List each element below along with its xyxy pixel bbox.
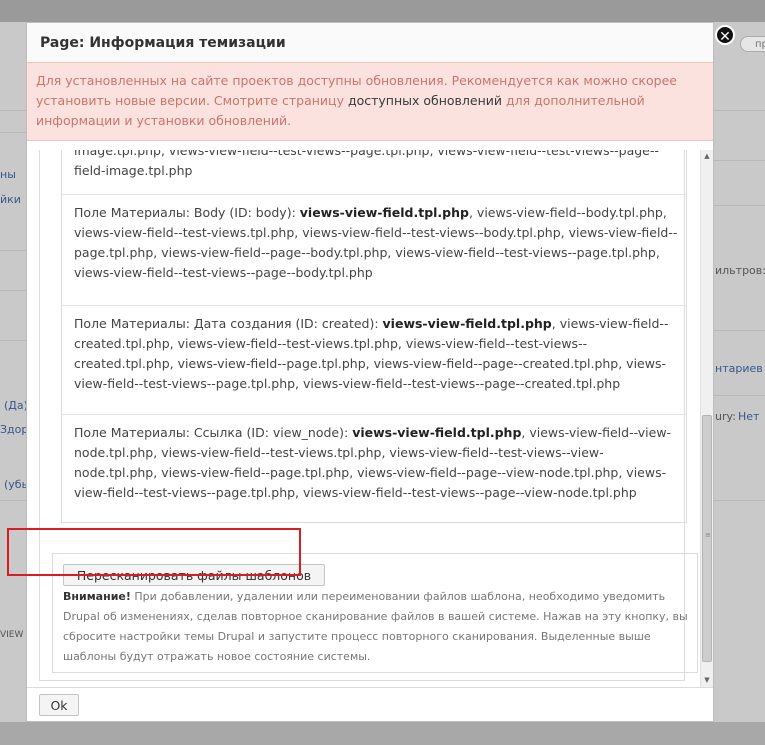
- warning-text: Для установленных на сайте проектов дост…: [36, 71, 696, 131]
- background-text: йки: [0, 193, 21, 206]
- active-template: views-view-field.tpl.php: [382, 316, 552, 331]
- dialog-titlebar: Page: Информация темизации: [27, 23, 713, 62]
- field-template-row: Поле Материалы: Body (ID: body): views-v…: [62, 194, 686, 305]
- dialog-footer: Ok: [27, 687, 713, 721]
- active-template: views-view-field.tpl.php: [299, 205, 469, 220]
- background-text: Нет: [738, 410, 760, 423]
- divider: [0, 500, 26, 501]
- scroll-down-arrow-icon[interactable]: ▼: [701, 674, 713, 687]
- active-template: views-view-field.tpl.php: [352, 425, 522, 440]
- background-text: ны: [0, 168, 16, 181]
- ok-button[interactable]: Ok: [39, 694, 79, 716]
- field-templates-list: image.tpl.php, views-view-field--test-vi…: [61, 150, 687, 523]
- background-text: (Да): [4, 399, 28, 412]
- background-left-column: [0, 22, 26, 722]
- divider: [714, 110, 765, 111]
- scroll-up-arrow-icon[interactable]: ▲: [701, 150, 713, 163]
- background-pill-button: пр: [740, 36, 765, 52]
- background-text: VIEW: [0, 630, 24, 640]
- divider: [714, 395, 765, 396]
- vertical-scrollbar[interactable]: ▲ ≡ ▼: [700, 150, 713, 687]
- theming-info-dialog: Page: Информация темизации Для установле…: [26, 22, 714, 722]
- field-template-row: image.tpl.php, views-view-field--test-vi…: [62, 150, 686, 194]
- rescan-warning-note: Внимание! При добавлении, удалении или п…: [63, 587, 688, 667]
- close-icon[interactable]: ✕: [715, 25, 735, 45]
- divider: [714, 330, 765, 331]
- field-label: Поле Материалы: Body (ID: body):: [74, 205, 300, 220]
- divider: [0, 290, 26, 291]
- grip-icon: ≡: [705, 531, 711, 539]
- note-text: При добавлении, удалении или переименова…: [63, 590, 688, 663]
- update-warning-message: Для установленных на сайте проектов дост…: [27, 62, 713, 141]
- available-updates-link[interactable]: доступных обновлений: [348, 93, 502, 108]
- scrollbar-thumb[interactable]: ≡: [702, 415, 712, 662]
- field-label: Поле Материалы: Ссылка (ID: view_node):: [74, 425, 353, 440]
- divider: [0, 340, 26, 341]
- background-bottom-bar: [0, 722, 765, 745]
- background-text: ury:: [715, 410, 736, 423]
- divider: [0, 110, 26, 111]
- background-text: ильтров:: [715, 264, 765, 277]
- divider: [0, 132, 26, 133]
- rescan-templates-button[interactable]: Пересканировать файлы шаблонов: [63, 564, 325, 586]
- divider: [714, 205, 765, 206]
- field-template-row: Поле Материалы: Дата создания (ID: creat…: [62, 305, 686, 416]
- dialog-title: Page: Информация темизации: [40, 35, 286, 51]
- field-label: Поле Материалы: Дата создания (ID: creat…: [74, 316, 383, 331]
- divider: [714, 160, 765, 161]
- fieldset-container: image.tpl.php, views-view-field--test-vi…: [39, 150, 698, 681]
- template-suggestions: image.tpl.php, views-view-field--test-vi…: [74, 150, 659, 178]
- dialog-scroll-area[interactable]: image.tpl.php, views-view-field--test-vi…: [27, 150, 713, 687]
- note-label: Внимание!: [63, 590, 131, 603]
- divider: [714, 500, 765, 501]
- divider: [0, 250, 26, 251]
- rescan-section: Пересканировать файлы шаблонов Внимание!…: [52, 553, 698, 673]
- background-text: нтариев: [715, 362, 763, 375]
- background-text: Здор: [0, 423, 29, 436]
- background-topbar: [0, 0, 765, 22]
- field-template-row: Поле Материалы: Ссылка (ID: view_node): …: [62, 414, 686, 522]
